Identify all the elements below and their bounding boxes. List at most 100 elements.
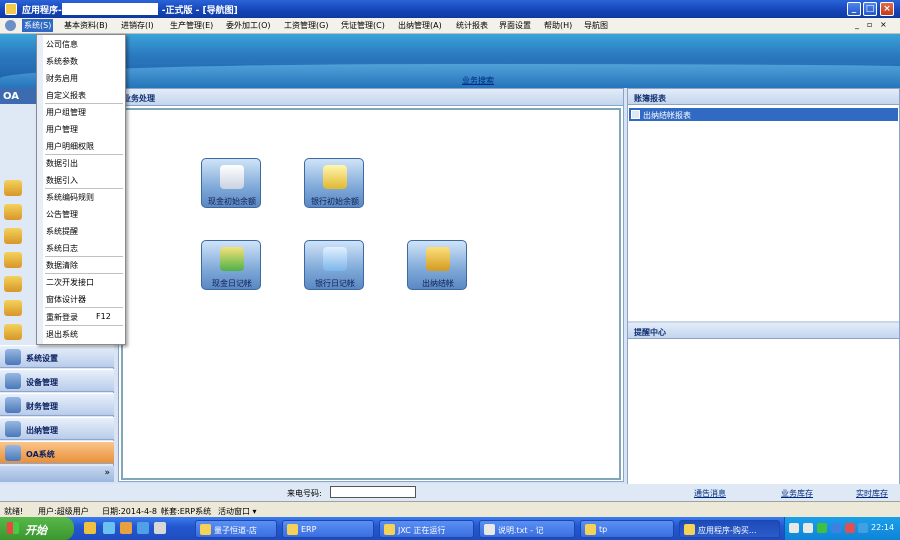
task-button[interactable]: 量子恒道-店 xyxy=(195,520,277,538)
start-button[interactable]: 开始 xyxy=(0,517,74,540)
notepad-icon xyxy=(484,524,495,535)
menu-help[interactable]: 帮助(H) xyxy=(544,20,572,31)
help-icon[interactable] xyxy=(803,523,813,533)
folder-icon xyxy=(287,524,298,535)
menu-reports[interactable]: 统计报表 xyxy=(456,20,488,31)
mdi-close-button[interactable]: × xyxy=(880,20,887,29)
menu-item-relogin[interactable]: 重新登录 F12 xyxy=(46,312,111,323)
shortcut-icon[interactable] xyxy=(4,180,22,196)
menu-separator xyxy=(45,307,123,308)
task-button[interactable]: JXC 正在运行 xyxy=(379,520,474,538)
shortcut-icon[interactable] xyxy=(4,276,22,292)
app-tray-icon[interactable] xyxy=(831,523,841,533)
menu-item-data-import[interactable]: 数据引入 xyxy=(46,175,78,186)
minimize-button[interactable]: _ xyxy=(847,2,861,16)
realtime-stock-link[interactable]: 实时库存 xyxy=(856,488,888,499)
tile-cashier-closing[interactable]: 出纳结帐 xyxy=(407,240,467,290)
network-icon[interactable] xyxy=(817,523,827,533)
nav-finance[interactable]: 财务管理 xyxy=(0,393,114,416)
task-button[interactable]: 说明.txt - 记 xyxy=(479,520,575,538)
menu-cashier[interactable]: 出纳管理(A) xyxy=(398,20,442,31)
nav-system-settings[interactable]: 系统设置 xyxy=(0,345,114,368)
oa-icon xyxy=(5,445,21,461)
quicklaunch-icon[interactable] xyxy=(137,522,149,534)
business-header: 业务处理 xyxy=(119,89,623,106)
right-panel: 账簿报表 出纳结帐报表 提醒中心 xyxy=(627,88,900,486)
shortcut-icon[interactable] xyxy=(4,204,22,220)
system-tray: 22:14 xyxy=(784,517,900,540)
menu-item-system-params[interactable]: 系统参数 xyxy=(46,56,78,67)
close-button[interactable]: × xyxy=(880,2,894,16)
volume-icon[interactable] xyxy=(858,523,868,533)
windows-logo-icon xyxy=(7,522,19,534)
app-tray-icon[interactable] xyxy=(845,523,855,533)
menu-ui-settings[interactable]: 界面设置 xyxy=(499,20,531,31)
menu-outsourcing[interactable]: 委外加工(O) xyxy=(226,20,271,31)
notice-messages-link[interactable]: 通告消息 xyxy=(694,488,726,499)
quicklaunch-icon[interactable] xyxy=(84,522,96,534)
shortcut-icon[interactable] xyxy=(4,300,22,316)
menu-inventory[interactable]: 进销存(I) xyxy=(121,20,154,31)
menu-item-data-export[interactable]: 数据引出 xyxy=(46,158,78,169)
active-window-dropdown[interactable]: 活动窗口 ▾ xyxy=(218,506,257,517)
quicklaunch-icon[interactable] xyxy=(154,522,166,534)
task-button[interactable]: ERP xyxy=(282,520,374,538)
tile-cash-opening-balance[interactable]: 现金初始余额 xyxy=(201,158,261,208)
menu-production[interactable]: 生产管理(E) xyxy=(170,20,213,31)
tile-area: 现金初始余额 银行初始余额 现金日记帐 银行日记帐 出纳结帐 xyxy=(121,108,621,480)
caller-bar: 来电号码: 通告消息 业务库存 实时库存 xyxy=(0,484,900,501)
cashier-closing-report-item[interactable]: 出纳结帐报表 xyxy=(629,108,898,121)
business-search-link[interactable]: 业务搜索 xyxy=(462,75,494,86)
menu-navigator[interactable]: 导航图 xyxy=(584,20,608,31)
system-menu-dropdown: 公司信息 系统参数 财务启用 自定义报表 用户组管理 用户管理 用户明细权限 数… xyxy=(36,34,126,345)
shortcut-icon[interactable] xyxy=(4,324,22,340)
menu-gutter xyxy=(37,35,43,344)
nav-cashier[interactable]: 出纳管理 xyxy=(0,417,114,440)
reminder-center-header: 提醒中心 xyxy=(628,323,899,339)
menu-basic-data[interactable]: 基本资料(B) xyxy=(64,20,108,31)
menu-vouchers[interactable]: 凭证管理(C) xyxy=(341,20,385,31)
redacted-title xyxy=(62,3,158,15)
nav-equipment[interactable]: 设备管理 xyxy=(0,369,114,392)
menu-item-user-groups[interactable]: 用户组管理 xyxy=(46,107,86,118)
tile-bank-opening-balance[interactable]: 银行初始余额 xyxy=(304,158,364,208)
menu-system[interactable]: 系统(S) xyxy=(22,19,54,32)
menu-item-system-log[interactable]: 系统日志 xyxy=(46,243,78,254)
menu-item-custom-reports[interactable]: 自定义报表 xyxy=(46,90,86,101)
menu-item-announcements[interactable]: 公告管理 xyxy=(46,209,78,220)
task-button[interactable]: tp xyxy=(580,520,674,538)
business-panel: 业务处理 现金初始余额 银行初始余额 现金日记帐 银行日记帐 出纳结帐 xyxy=(118,88,624,482)
menu-bar: 系统(S) 基本资料(B) 进销存(I) 生产管理(E) 委外加工(O) 工资管… xyxy=(0,18,900,34)
shortcut-icon[interactable] xyxy=(4,252,22,268)
business-stock-link[interactable]: 业务库存 xyxy=(781,488,813,499)
menu-item-reminders[interactable]: 系统提醒 xyxy=(46,226,78,237)
menu-payroll[interactable]: 工资管理(G) xyxy=(284,20,328,31)
mdi-restore-button[interactable]: ▫ xyxy=(867,20,872,29)
keyboard-icon[interactable] xyxy=(789,523,799,533)
caller-input[interactable] xyxy=(330,486,416,498)
banner: 业务搜索 xyxy=(0,34,900,88)
nav-oa-system[interactable]: OA系统 xyxy=(0,441,114,464)
tile-cash-journal[interactable]: 现金日记帐 xyxy=(201,240,261,290)
menu-item-finance-enable[interactable]: 财务启用 xyxy=(46,73,78,84)
menu-item-data-clear[interactable]: 数据清除 xyxy=(46,260,78,271)
menu-item-user-permissions[interactable]: 用户明细权限 xyxy=(46,141,94,152)
oa-header-label: OA xyxy=(3,91,19,102)
shortcut-icon[interactable] xyxy=(4,228,22,244)
menu-item-dev-interface[interactable]: 二次开发接口 xyxy=(46,277,94,288)
expand-chevron[interactable]: » xyxy=(0,466,114,482)
menu-item-users[interactable]: 用户管理 xyxy=(46,124,78,135)
quicklaunch-icon[interactable] xyxy=(120,522,132,534)
menu-item-exit[interactable]: 退出系统 xyxy=(46,329,78,340)
tile-bank-journal[interactable]: 银行日记帐 xyxy=(304,240,364,290)
ledger-reports-header: 账簿报表 xyxy=(628,89,899,105)
menu-item-code-rules[interactable]: 系统编码规则 xyxy=(46,192,94,203)
menu-item-company-info[interactable]: 公司信息 xyxy=(46,39,78,50)
task-button-active[interactable]: 应用程序-购买... xyxy=(679,520,780,538)
menu-item-form-designer[interactable]: 窗体设计器 xyxy=(46,294,86,305)
mdi-minimize-button[interactable]: _ xyxy=(855,20,859,29)
status-user: 用户:超级用户 xyxy=(38,507,89,516)
title-bar: 应用程序- -正式版 - [导航图] _ □ × xyxy=(0,0,900,18)
maximize-button[interactable]: □ xyxy=(863,2,877,16)
quicklaunch-icon[interactable] xyxy=(103,522,115,534)
